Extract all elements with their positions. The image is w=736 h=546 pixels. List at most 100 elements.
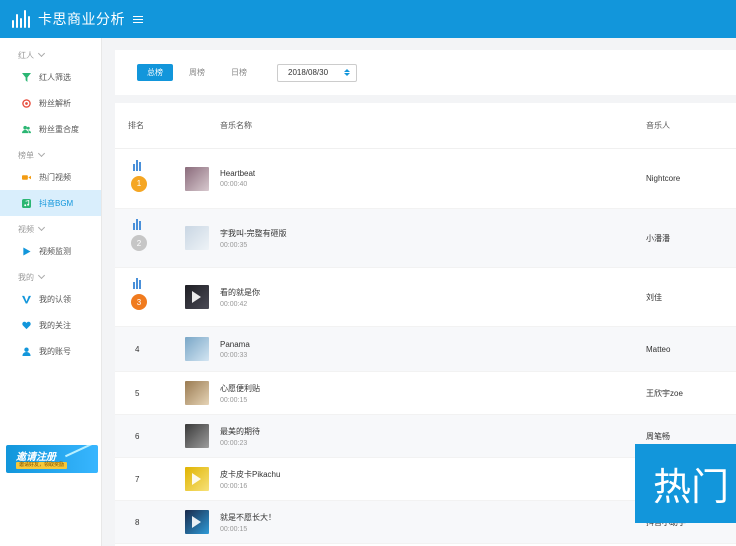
song-duration: 00:00:42 [220,300,248,308]
sidebar-item-label: 粉丝重合度 [39,124,79,134]
song-title[interactable]: 看的就是你 [220,287,260,298]
play-icon [192,473,201,485]
sidebar-item-label: 我的关注 [39,320,71,330]
sidebar-item[interactable]: 粉丝重合度 [0,116,101,142]
sidebar: 红人红人筛选粉丝解析粉丝重合度榜单热门视频 抖音BGM 视频 视频监测我的我的认领我的… [0,38,102,546]
group-label: 榜单 [18,150,34,160]
invite-title: 邀请注册 [16,452,56,463]
rank-medal: 1 [131,175,147,192]
table-row[interactable]: 5 心愿便利贴 00:00:15 王欣宇zoe [115,372,736,415]
rank-number: 6 [135,431,140,441]
song-title[interactable]: Heartbeat [220,169,255,178]
sidebar-group-title[interactable]: 视频 [0,220,101,238]
chevron-down-icon [37,49,46,58]
album-cover[interactable] [185,381,209,405]
album-cover[interactable] [185,226,209,250]
sidebar-item[interactable]: 抖音BGM [0,190,101,216]
sidebar-group-title[interactable]: 红人 [0,46,101,64]
rank-number: 8 [135,517,140,527]
artist-name[interactable]: Matteo [646,345,736,354]
song-cell: Heartbeat 00:00:40 [185,166,646,191]
header-artist: 音乐人 [646,121,670,130]
chevron-down-icon [37,271,46,280]
header-title: 音乐名称 [220,121,252,130]
rank-medal: 3 [131,294,147,310]
video-camera-icon [22,173,31,182]
sidebar-item-label: 红人筛选 [39,72,71,82]
sidebar-group-title[interactable]: 榜单 [0,146,101,164]
rank-medal: 2 [131,235,147,251]
date-select[interactable]: 2018/08/30 [277,63,357,82]
table-header: 排名 音乐名称 音乐人 [115,103,736,149]
overlay-text: 热门 [653,467,730,509]
rank-number: 4 [135,344,140,354]
sidebar-item[interactable]: 红人筛选 [0,64,101,90]
artist-name[interactable]: 周笔畅 [646,431,736,442]
invite-banner[interactable]: 邀请注册 邀请好友，领取奖励 [6,445,98,473]
album-cover[interactable] [185,337,209,361]
song-title[interactable]: Panama [220,340,250,349]
user-icon [22,347,31,356]
rank-cell: 8 [115,501,185,543]
rank-cell: 4 [115,327,185,371]
top-bar: 卡思商业分析 [0,0,736,38]
song-cell: 心愿便利贴 00:00:15 [185,381,646,405]
sidebar-item-label: 粉丝解析 [39,98,71,108]
chevron-down-icon [37,223,46,232]
sidebar-item[interactable]: 我的认领 [0,286,101,312]
sidebar-item[interactable]: 我的账号 [0,338,101,364]
rank-number: 5 [135,388,140,398]
song-title[interactable]: 字我叫-完整有砸版 [220,228,287,239]
song-duration: 00:00:15 [220,396,248,404]
chevron-down-icon [37,149,46,158]
sidebar-group-title[interactable]: 我的 [0,268,101,286]
target-icon [22,98,31,108]
table-row[interactable]: 2 字我叫-完整有砸版 00:00:35 小潘潘 [115,209,736,268]
equalizer-icon [133,159,141,171]
song-cell: 最美的期待 00:00:23 [185,424,646,448]
music-note-icon [22,198,31,208]
album-cover[interactable] [185,424,209,448]
play-icon [22,246,31,256]
users-icon [22,125,31,134]
sidebar-item[interactable]: 热门视频 [0,164,101,190]
song-duration: 00:00:16 [220,482,248,490]
spinner-icon [344,69,350,76]
group-label: 红人 [18,50,34,60]
song-cell: 字我叫-完整有砸版 00:00:35 [185,226,646,250]
artist-name[interactable]: 刘佳 [646,292,736,303]
app-title: 卡思商业分析 [38,11,125,27]
song-title[interactable]: 心愿便利贴 [220,383,260,394]
rank-cell: 1 [115,149,185,208]
play-icon [192,291,201,303]
table-row[interactable]: 4 Panama 00:00:33 Matteo [115,327,736,372]
artist-name[interactable]: Nightcore [646,174,736,183]
album-cover[interactable] [185,467,209,491]
sidebar-item[interactable]: 视频监测 [0,238,101,264]
menu-toggle-icon[interactable] [133,15,143,23]
equalizer-icon [133,219,141,230]
rank-cell: 2 [115,209,185,267]
tab-daily[interactable]: 日榜 [221,64,257,81]
song-title[interactable]: 就是不愿长大！ [220,512,276,523]
album-cover[interactable] [185,510,209,534]
song-title[interactable]: 皮卡皮卡Pikachu [220,469,280,480]
song-duration: 00:00:23 [220,439,248,447]
song-title[interactable]: 最美的期待 [220,426,260,437]
group-label: 我的 [18,272,34,282]
sidebar-item[interactable]: 我的关注 [0,312,101,338]
sidebar-item[interactable]: 粉丝解析 [0,90,101,116]
artist-name[interactable]: 小潘潘 [646,233,736,244]
tab-total[interactable]: 总榜 [137,64,173,81]
song-cell: 看的就是你 00:00:42 [185,285,646,309]
table-row[interactable]: 3 看的就是你 00:00:42 刘佳 [115,268,736,327]
table-row[interactable]: 1 Heartbeat 00:00:40 Nightcore [115,149,736,209]
album-cover[interactable] [185,166,209,191]
album-cover[interactable] [185,285,209,309]
rank-number: 7 [135,474,140,484]
date-value: 2018/08/30 [288,68,329,77]
heart-icon [22,321,31,330]
artist-name[interactable]: 王欣宇zoe [646,388,736,399]
song-duration: 00:00:15 [220,525,248,533]
tab-weekly[interactable]: 周榜 [179,64,215,81]
